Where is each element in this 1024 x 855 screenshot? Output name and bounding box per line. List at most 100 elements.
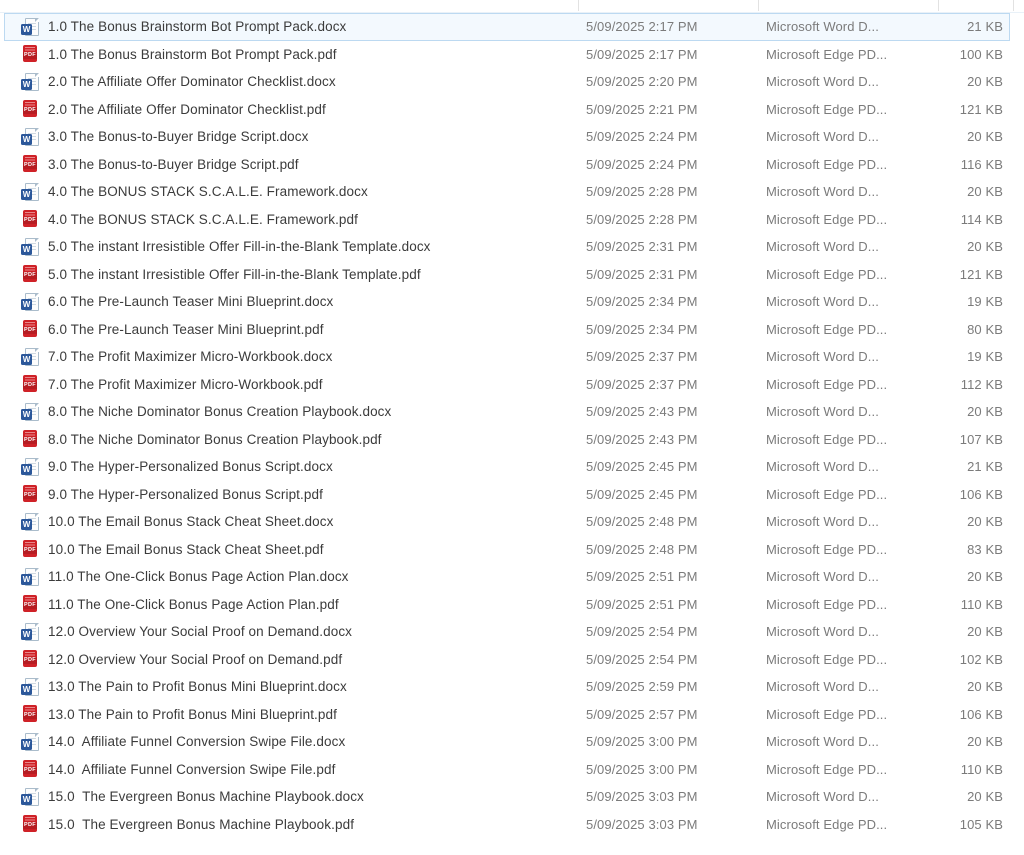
file-row[interactable]: PDF 11.0 The One-Click Bonus Page Action… xyxy=(4,591,1010,619)
file-row[interactable]: W 12.0 Overview Your Social Proof on Dem… xyxy=(4,618,1010,646)
file-row[interactable]: W 2.0 The Affiliate Offer Dominator Chec… xyxy=(4,68,1010,96)
file-name: 11.0 The One-Click Bonus Page Action Pla… xyxy=(48,569,349,584)
file-row[interactable]: W 6.0 The Pre-Launch Teaser Mini Bluepri… xyxy=(4,288,1010,316)
file-name: 6.0 The Pre-Launch Teaser Mini Blueprint… xyxy=(48,294,333,309)
pdf-file-icon: PDF xyxy=(21,99,39,119)
date-modified: 5/09/2025 2:48 PM xyxy=(586,514,766,529)
file-name-cell: W 8.0 The Niche Dominator Bonus Creation… xyxy=(21,402,586,422)
date-modified: 5/09/2025 2:57 PM xyxy=(586,707,766,722)
file-row[interactable]: W 14.0 Affiliate Funnel Conversion Swipe… xyxy=(4,728,1010,756)
file-row[interactable]: W 5.0 The instant Irresistible Offer Fil… xyxy=(4,233,1010,261)
file-row[interactable]: W 13.0 The Pain to Profit Bonus Mini Blu… xyxy=(4,673,1010,701)
file-type: Microsoft Word D... xyxy=(766,349,938,364)
file-row[interactable]: W 15.0 The Evergreen Bonus Machine Playb… xyxy=(4,783,1010,811)
pdf-file-icon: PDF xyxy=(21,539,39,559)
file-size: 20 KB xyxy=(938,514,1003,529)
date-modified: 5/09/2025 2:54 PM xyxy=(586,652,766,667)
file-name-cell: W 10.0 The Email Bonus Stack Cheat Sheet… xyxy=(21,512,586,532)
file-size: 110 KB xyxy=(938,597,1003,612)
file-row[interactable]: PDF 2.0 The Affiliate Offer Dominator Ch… xyxy=(4,96,1010,124)
file-size: 21 KB xyxy=(938,459,1003,474)
word-file-icon: W xyxy=(21,457,39,477)
file-row[interactable]: W 11.0 The One-Click Bonus Page Action P… xyxy=(4,563,1010,591)
file-name: 7.0 The Profit Maximizer Micro-Workbook.… xyxy=(48,377,323,392)
file-row[interactable]: PDF 14.0 Affiliate Funnel Conversion Swi… xyxy=(4,756,1010,784)
file-name: 4.0 The BONUS STACK S.C.A.L.E. Framework… xyxy=(48,212,358,227)
file-size: 110 KB xyxy=(938,762,1003,777)
file-row[interactable]: PDF 9.0 The Hyper-Personalized Bonus Scr… xyxy=(4,481,1010,509)
file-row[interactable]: PDF 5.0 The instant Irresistible Offer F… xyxy=(4,261,1010,289)
file-row[interactable]: W 8.0 The Niche Dominator Bonus Creation… xyxy=(4,398,1010,426)
file-name-cell: PDF 1.0 The Bonus Brainstorm Bot Prompt … xyxy=(21,44,586,64)
file-size: 112 KB xyxy=(938,377,1003,392)
file-row[interactable]: W 3.0 The Bonus-to-Buyer Bridge Script.d… xyxy=(4,123,1010,151)
file-row[interactable]: PDF 4.0 The BONUS STACK S.C.A.L.E. Frame… xyxy=(4,206,1010,234)
file-row[interactable]: W 10.0 The Email Bonus Stack Cheat Sheet… xyxy=(4,508,1010,536)
file-name-cell: W 2.0 The Affiliate Offer Dominator Chec… xyxy=(21,72,586,92)
file-type: Microsoft Word D... xyxy=(766,129,938,144)
word-file-icon: W xyxy=(21,17,39,37)
file-row[interactable]: PDF 12.0 Overview Your Social Proof on D… xyxy=(4,646,1010,674)
file-row[interactable]: PDF 3.0 The Bonus-to-Buyer Bridge Script… xyxy=(4,151,1010,179)
file-size: 19 KB xyxy=(938,294,1003,309)
pdf-file-icon: PDF xyxy=(21,649,39,669)
file-name-cell: PDF 10.0 The Email Bonus Stack Cheat She… xyxy=(21,539,586,559)
pdf-label: PDF xyxy=(23,767,37,774)
file-type: Microsoft Word D... xyxy=(766,569,938,584)
file-row[interactable]: PDF 7.0 The Profit Maximizer Micro-Workb… xyxy=(4,371,1010,399)
pdf-label: PDF xyxy=(23,272,37,279)
file-row[interactable]: PDF 6.0 The Pre-Launch Teaser Mini Bluep… xyxy=(4,316,1010,344)
word-badge: W xyxy=(21,519,32,530)
word-badge: W xyxy=(21,409,32,420)
date-modified: 5/09/2025 2:54 PM xyxy=(586,624,766,639)
file-row[interactable]: PDF 1.0 The Bonus Brainstorm Bot Prompt … xyxy=(4,41,1010,69)
file-name: 1.0 The Bonus Brainstorm Bot Prompt Pack… xyxy=(48,47,337,62)
file-type: Microsoft Edge PD... xyxy=(766,597,938,612)
pdf-file-icon: PDF xyxy=(21,484,39,504)
column-separator[interactable] xyxy=(1013,0,1014,11)
file-name: 2.0 The Affiliate Offer Dominator Checkl… xyxy=(48,102,326,117)
file-row[interactable]: PDF 8.0 The Niche Dominator Bonus Creati… xyxy=(4,426,1010,454)
file-name-cell: PDF 11.0 The One-Click Bonus Page Action… xyxy=(21,594,586,614)
file-size: 116 KB xyxy=(938,157,1003,172)
file-type: Microsoft Edge PD... xyxy=(766,487,938,502)
pdf-label: PDF xyxy=(23,492,37,499)
file-type: Microsoft Word D... xyxy=(766,184,938,199)
word-badge: W xyxy=(21,24,32,35)
file-name: 8.0 The Niche Dominator Bonus Creation P… xyxy=(48,432,382,447)
file-type: Microsoft Edge PD... xyxy=(766,762,938,777)
file-list: W 1.0 The Bonus Brainstorm Bot Prompt Pa… xyxy=(0,13,1024,838)
date-modified: 5/09/2025 2:48 PM xyxy=(586,542,766,557)
file-name: 14.0 Affiliate Funnel Conversion Swipe F… xyxy=(48,734,345,749)
file-name-cell: W 7.0 The Profit Maximizer Micro-Workboo… xyxy=(21,347,586,367)
file-name-cell: PDF 14.0 Affiliate Funnel Conversion Swi… xyxy=(21,759,586,779)
file-name: 5.0 The instant Irresistible Offer Fill-… xyxy=(48,267,421,282)
word-badge: W xyxy=(21,79,32,90)
file-size: 107 KB xyxy=(938,432,1003,447)
file-name-cell: W 6.0 The Pre-Launch Teaser Mini Bluepri… xyxy=(21,292,586,312)
file-name-cell: W 12.0 Overview Your Social Proof on Dem… xyxy=(21,622,586,642)
column-separator[interactable] xyxy=(938,0,939,11)
pdf-label: PDF xyxy=(23,437,37,444)
file-row[interactable]: W 9.0 The Hyper-Personalized Bonus Scrip… xyxy=(4,453,1010,481)
column-separator[interactable] xyxy=(578,0,579,11)
date-modified: 5/09/2025 3:03 PM xyxy=(586,789,766,804)
column-separator[interactable] xyxy=(758,0,759,11)
file-name-cell: PDF 15.0 The Evergreen Bonus Machine Pla… xyxy=(21,814,586,834)
file-name: 15.0 The Evergreen Bonus Machine Playboo… xyxy=(48,789,364,804)
file-type: Microsoft Edge PD... xyxy=(766,542,938,557)
file-name: 10.0 The Email Bonus Stack Cheat Sheet.d… xyxy=(48,514,333,529)
file-row[interactable]: W 7.0 The Profit Maximizer Micro-Workboo… xyxy=(4,343,1010,371)
file-row[interactable]: W 1.0 The Bonus Brainstorm Bot Prompt Pa… xyxy=(4,13,1010,41)
date-modified: 5/09/2025 3:00 PM xyxy=(586,762,766,777)
pdf-file-icon: PDF xyxy=(21,319,39,339)
pdf-label: PDF xyxy=(23,657,37,664)
file-row[interactable]: W 4.0 The BONUS STACK S.C.A.L.E. Framewo… xyxy=(4,178,1010,206)
date-modified: 5/09/2025 2:45 PM xyxy=(586,459,766,474)
file-name-cell: PDF 7.0 The Profit Maximizer Micro-Workb… xyxy=(21,374,586,394)
file-row[interactable]: PDF 10.0 The Email Bonus Stack Cheat She… xyxy=(4,536,1010,564)
file-type: Microsoft Word D... xyxy=(766,459,938,474)
date-modified: 5/09/2025 2:24 PM xyxy=(586,157,766,172)
file-row[interactable]: PDF 13.0 The Pain to Profit Bonus Mini B… xyxy=(4,701,1010,729)
file-row[interactable]: PDF 15.0 The Evergreen Bonus Machine Pla… xyxy=(4,811,1010,839)
